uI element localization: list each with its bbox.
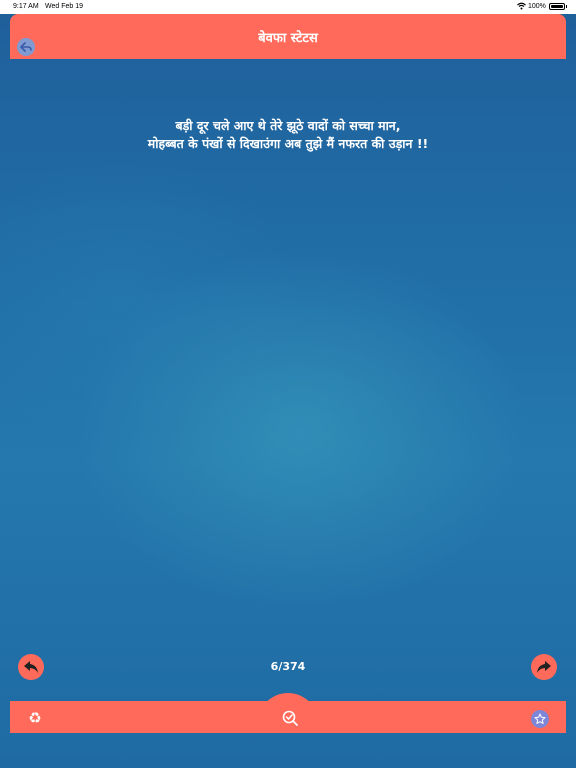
back-button[interactable]: [17, 38, 35, 56]
search-icon: [282, 710, 298, 726]
page-title: बेवफा स्टेटस: [258, 31, 318, 46]
star-icon: [534, 713, 546, 724]
status-date: Wed Feb 19: [45, 3, 84, 10]
quote-text: बड़ी दूर चले आए थे तेरे झूठे वादों को सच…: [100, 117, 476, 153]
share-button[interactable]: ♻: [26, 709, 44, 727]
quote-line: बड़ी दूर चले आए थे तेरे झूठे वादों को सच…: [175, 118, 401, 133]
previous-button[interactable]: [18, 654, 44, 680]
header-bar: बेवफा स्टेटस: [10, 14, 566, 59]
wifi-icon: [517, 2, 526, 12]
search-button[interactable]: [280, 708, 300, 728]
battery-tip: [566, 5, 567, 8]
next-button[interactable]: [531, 654, 557, 680]
forward-arrow-icon: [537, 661, 551, 673]
favorite-button[interactable]: [531, 710, 549, 728]
page-counter: 6/374: [270, 660, 306, 673]
recycle-icon: ♻: [28, 709, 42, 727]
quote-line: मोहब्बत के पंखों से दिखाउंगा अब तुझे मैं…: [147, 136, 429, 151]
battery-icon: [549, 3, 565, 10]
back-arrow-icon: [20, 42, 32, 52]
status-bar: 9:17 AM Wed Feb 19 100%: [0, 0, 576, 14]
background: [0, 0, 576, 768]
battery-percent: 100%: [528, 3, 546, 10]
reply-arrow-icon: [24, 661, 38, 673]
status-time: 9:17 AM: [13, 3, 39, 10]
